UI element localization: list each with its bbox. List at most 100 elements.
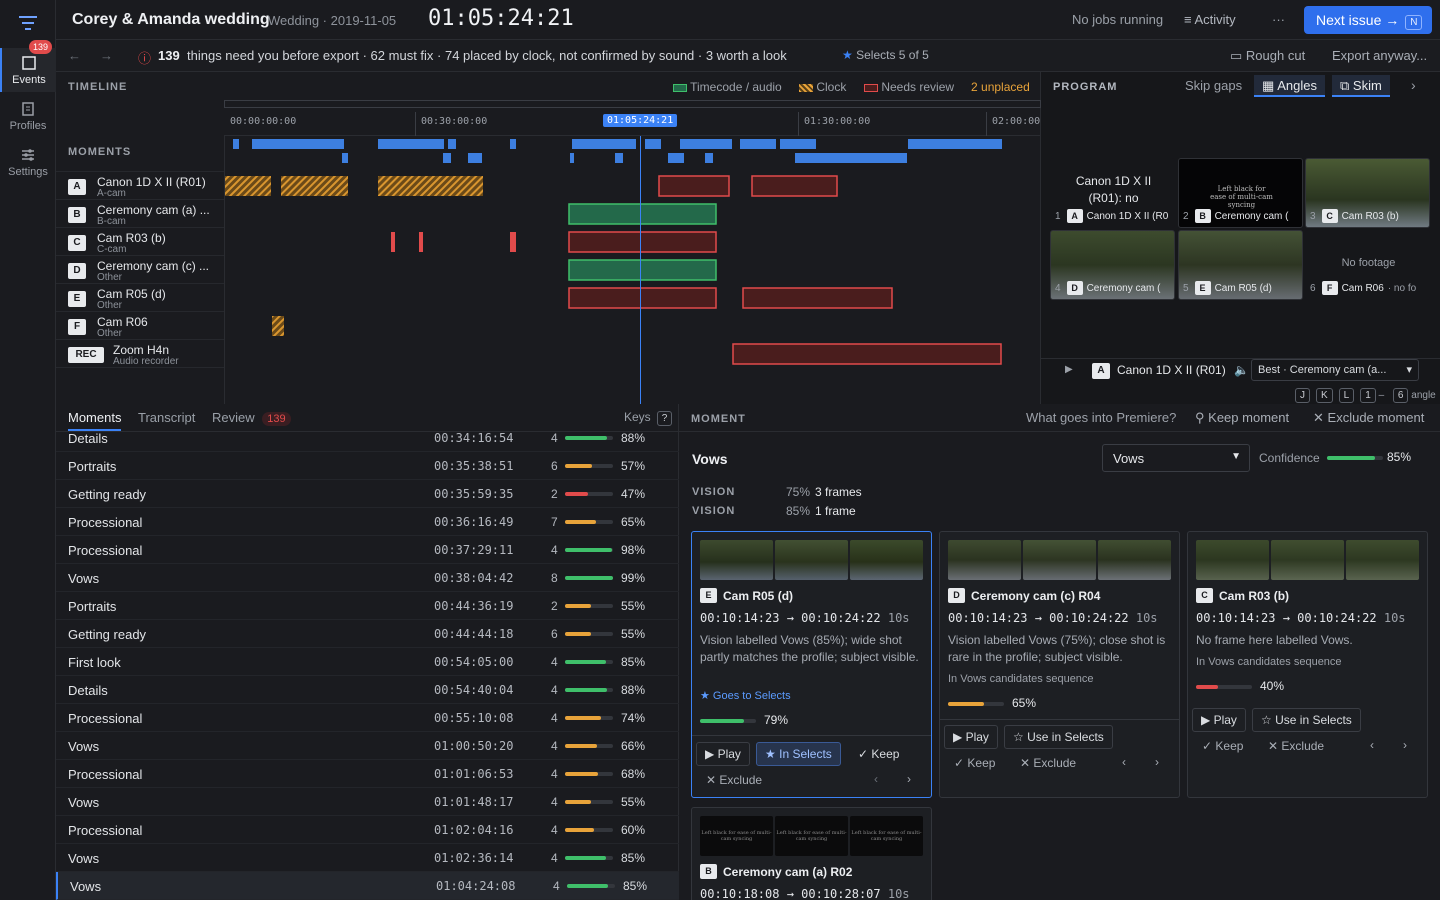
exclude-button[interactable]: ✕ Exclude (1268, 739, 1324, 753)
exclude-button[interactable]: ✕ Exclude (706, 773, 762, 787)
review-clip[interactable] (732, 343, 1002, 365)
rail-item-settings[interactable]: Settings (0, 144, 56, 188)
exclude-moment-button[interactable]: ✕ Exclude moment (1313, 410, 1424, 426)
chevron-right-icon[interactable]: › (1411, 77, 1416, 93)
clock-clip[interactable] (281, 176, 348, 196)
angle-tile-5[interactable]: 5 E Cam R05 (d) (1178, 230, 1303, 300)
timeline-tracks[interactable] (224, 136, 1041, 404)
list-item[interactable]: Portraits 00:44:36:19 2 55% (56, 592, 679, 620)
moment-marker[interactable] (378, 139, 444, 149)
clock-clip[interactable] (378, 176, 483, 196)
review-clip[interactable] (751, 175, 838, 197)
list-item[interactable]: Getting ready 00:35:59:35 2 47% (56, 480, 679, 508)
tab-transcript[interactable]: Transcript (138, 410, 195, 425)
app-logo-icon[interactable] (18, 14, 38, 32)
exclude-button[interactable]: ✕ Exclude (1020, 756, 1076, 770)
forward-arrow-icon[interactable]: → (100, 48, 113, 63)
angle-tile-6[interactable]: No footage 6 F Cam R06 · no fo (1305, 230, 1430, 300)
keep-button[interactable]: ✓ Keep (1202, 739, 1243, 753)
rail-item-profiles[interactable]: Profiles (0, 98, 56, 142)
angles-toggle[interactable]: ▦ Angles (1254, 75, 1325, 97)
moment-marker[interactable] (510, 139, 516, 149)
moment-marker[interactable] (468, 153, 482, 163)
list-item[interactable]: Vows 01:00:50:20 4 66% (56, 732, 679, 760)
moment-type-select[interactable]: Vows ▼ (1102, 444, 1250, 472)
tab-review[interactable]: Review 139 (212, 410, 291, 426)
moment-marker[interactable] (668, 153, 684, 163)
play-button[interactable]: ▶ Play (696, 742, 750, 766)
lane-f[interactable]: F Cam R06 Other (56, 312, 224, 340)
moment-marker[interactable] (570, 153, 574, 163)
in-selects-button[interactable]: ★ In Selects (756, 742, 841, 766)
prev-frame-icon[interactable]: ‹ (874, 772, 878, 786)
list-item[interactable]: First look 00:54:05:00 4 85% (56, 648, 679, 676)
use-in-selects-button[interactable]: ☆ Use in Selects (1252, 708, 1361, 732)
list-item[interactable]: Processional 00:36:16:49 7 65% (56, 508, 679, 536)
moment-marker[interactable] (645, 139, 661, 149)
back-arrow-icon[interactable]: ← (68, 48, 81, 63)
moment-marker[interactable] (448, 139, 456, 149)
time-ruler[interactable]: 00:00:00:00 00:30:00:00 01:30:00:00 02:0… (224, 102, 1041, 136)
moment-marker[interactable] (252, 139, 344, 149)
keys-button[interactable]: Keys? (624, 410, 673, 426)
clock-clip[interactable] (225, 176, 271, 196)
timecode-clip[interactable] (568, 259, 717, 281)
play-button[interactable]: ▶ Play (1192, 708, 1246, 732)
skip-gaps-button[interactable]: Skip gaps (1185, 78, 1242, 93)
keep-button[interactable]: ✓ Keep (954, 756, 995, 770)
list-item[interactable]: Processional 01:02:04:16 4 60% (56, 816, 679, 844)
review-clip[interactable] (568, 231, 717, 253)
moment-marker[interactable] (233, 139, 239, 149)
lane-e[interactable]: E Cam R05 (d) Other (56, 284, 224, 312)
review-marker[interactable] (510, 232, 516, 252)
moment-marker[interactable] (780, 139, 816, 149)
play-button[interactable]: ▶ Play (944, 725, 998, 749)
list-item[interactable]: Portraits 00:35:38:51 6 57% (56, 452, 679, 480)
playhead-line[interactable] (640, 136, 641, 404)
lane-b[interactable]: B Ceremony cam (a) ... B-cam (56, 200, 224, 228)
unplaced-count[interactable]: 2 unplaced (971, 80, 1030, 94)
review-marker[interactable] (391, 232, 395, 252)
lane-d[interactable]: D Ceremony cam (c) ... Other (56, 256, 224, 284)
moment-marker[interactable] (795, 153, 907, 163)
moment-marker[interactable] (342, 153, 348, 163)
review-marker[interactable] (419, 232, 423, 252)
list-item[interactable]: Vows 00:38:04:42 8 99% (56, 564, 679, 592)
prev-frame-icon[interactable]: ‹ (1122, 755, 1126, 769)
moment-marker[interactable] (740, 139, 776, 149)
more-menu-button[interactable]: ··· (1272, 12, 1285, 27)
timecode-clip[interactable] (568, 203, 717, 225)
use-in-selects-button[interactable]: ☆ Use in Selects (1004, 725, 1113, 749)
moment-marker[interactable] (908, 139, 1002, 149)
candidate-card[interactable]: Left black for ease of multi-cam syncing… (691, 807, 932, 900)
clock-clip[interactable] (272, 316, 284, 336)
candidate-card[interactable]: E Cam R05 (d) 00:10:14:23 → 00:10:24:22 1… (691, 531, 932, 798)
moment-marker[interactable] (615, 153, 623, 163)
angle-tile-1[interactable]: Canon 1D X II (R01): no 1 A Canon 1D X II (… (1050, 158, 1175, 228)
premiere-help-link[interactable]: What goes into Premiere? (1026, 410, 1176, 425)
issue-summary[interactable]: things need you before export · 62 must … (187, 48, 787, 63)
skim-toggle[interactable]: ⧉ Skim (1332, 75, 1390, 97)
tab-moments[interactable]: Moments (68, 410, 122, 431)
moment-marker[interactable] (680, 139, 732, 149)
angle-tile-3[interactable]: 3 C Cam R03 (b) (1305, 158, 1430, 228)
next-frame-icon[interactable]: › (1403, 738, 1407, 752)
speaker-icon[interactable]: 🔈 (1234, 363, 1249, 377)
list-item[interactable]: Vows 01:01:48:17 4 55% (56, 788, 679, 816)
lane-rec[interactable]: REC Zoom H4n Audio recorder (56, 340, 224, 368)
play-icon[interactable]: ▶ (1065, 364, 1073, 375)
moment-marker[interactable] (705, 153, 713, 163)
candidate-card[interactable]: C Cam R03 (b) 00:10:14:23 → 00:10:24:22 1… (1187, 531, 1428, 798)
track-canvas[interactable] (225, 136, 1042, 404)
angle-tile-4[interactable]: 4 D Ceremony cam ( (1050, 230, 1175, 300)
keep-button[interactable]: ✓ Keep (858, 747, 899, 761)
rough-cut-button[interactable]: ▭ Rough cut (1230, 48, 1305, 64)
list-item[interactable]: Processional 01:01:06:53 4 68% (56, 760, 679, 788)
best-angle-select[interactable]: Best · Ceremony cam (a... ▾ (1251, 359, 1419, 381)
moment-marker[interactable] (572, 139, 636, 149)
next-issue-button[interactable]: Next issue → N (1304, 6, 1432, 34)
review-clip[interactable] (658, 175, 730, 197)
export-anyway-button[interactable]: Export anyway... (1332, 48, 1427, 63)
angle-tile-2[interactable]: Left black for ease of multi-cam syncing… (1178, 158, 1303, 228)
review-clip[interactable] (568, 287, 717, 309)
